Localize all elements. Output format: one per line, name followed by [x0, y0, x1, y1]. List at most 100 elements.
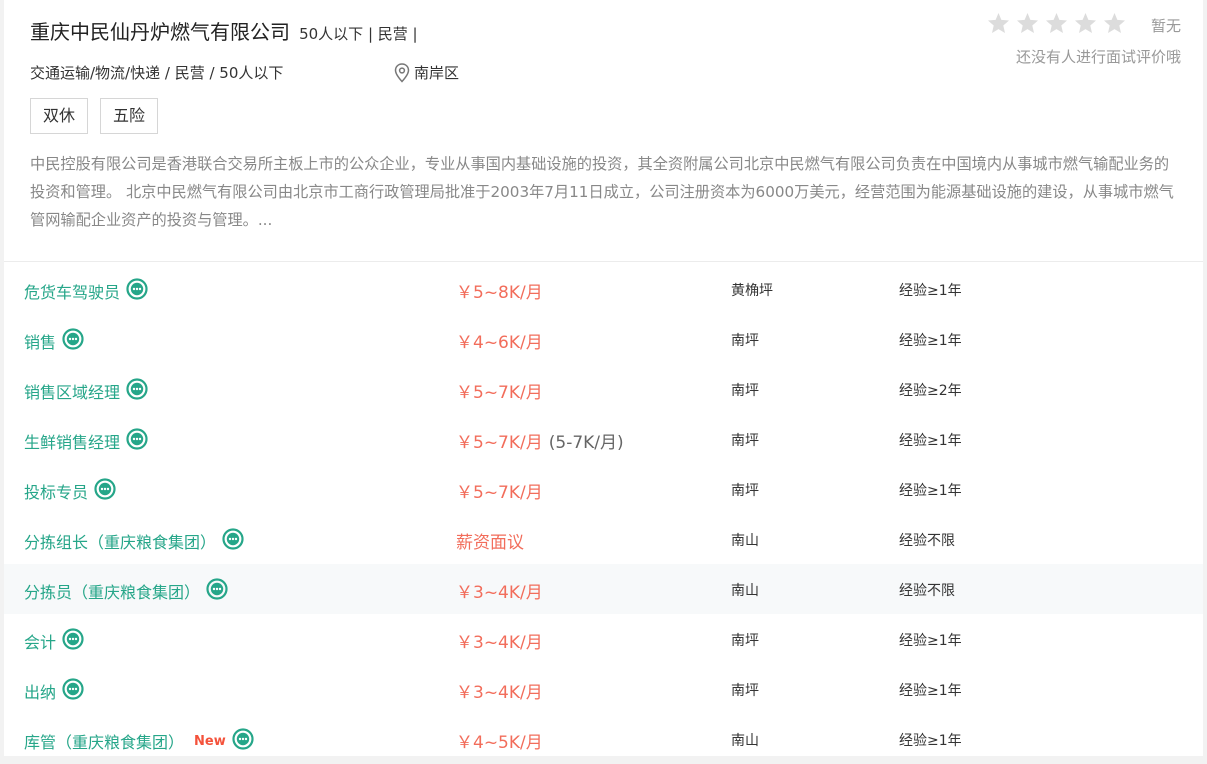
job-title-link[interactable]: 会计	[24, 628, 94, 654]
job-title[interactable]: 库管（重庆粮食集团）	[24, 729, 184, 753]
job-salary: ￥5~7K/月 (5-7K/月)	[456, 428, 624, 453]
job-area: 黄桷坪	[731, 283, 773, 299]
job-experience: 经验≥1年	[899, 283, 962, 299]
job-title-link[interactable]: 危货车驾驶员	[24, 278, 158, 304]
benefit-tag: 双休	[30, 98, 89, 134]
job-title[interactable]: 投标专员	[24, 479, 88, 503]
company-description: 中民控股有限公司是香港联合交易所主板上市的公众企业，专业从事国内基础设施的投资，…	[30, 155, 1174, 229]
salary-value: ￥4~5K/月	[456, 733, 543, 753]
job-experience: 经验≥1年	[899, 483, 962, 499]
job-title-link[interactable]: 投标专员	[24, 478, 126, 504]
chat-icon[interactable]	[62, 628, 84, 654]
star-icon	[1016, 12, 1039, 38]
chat-icon[interactable]	[126, 278, 148, 304]
chat-icon[interactable]	[222, 528, 244, 554]
rating-note: 还没有人进行面试评价哦	[1015, 48, 1181, 66]
job-experience: 经验≥1年	[899, 683, 962, 699]
location-pin-icon	[394, 62, 410, 83]
job-title-link[interactable]: 出纳	[24, 678, 94, 704]
job-salary: ￥3~4K/月	[456, 678, 549, 703]
company-name[interactable]: 重庆中民仙丹炉燃气有限公司	[30, 20, 290, 44]
job-title-link[interactable]: 库管（重庆粮食集团） New	[24, 728, 254, 754]
salary-value: 薪资面议	[456, 533, 524, 553]
star-icon	[987, 12, 1010, 38]
job-row: 投标专员 ￥5~7K/月 南坪 经验≥1年	[4, 464, 1203, 514]
job-title[interactable]: 危货车驾驶员	[24, 279, 120, 303]
benefit-tag: 五险	[100, 98, 159, 134]
company-meta: 50人以下 | 民营 |	[299, 25, 418, 43]
job-area: 南坪	[731, 433, 759, 449]
job-area: 南坪	[731, 383, 759, 399]
salary-value: ￥3~4K/月	[456, 683, 543, 703]
chat-icon[interactable]	[126, 378, 148, 404]
job-salary: ￥5~8K/月	[456, 278, 549, 303]
star-icon	[1103, 12, 1126, 38]
job-title[interactable]: 出纳	[24, 679, 56, 703]
job-salary: ￥5~7K/月	[456, 378, 549, 403]
job-title[interactable]: 分拣组长（重庆粮食集团）	[24, 529, 216, 553]
company-header: 重庆中民仙丹炉燃气有限公司 50人以下 | 民营 | 交通运输/物流/快递 / …	[4, 0, 1203, 262]
job-area: 南坪	[731, 683, 759, 699]
job-row: 库管（重庆粮食集团） New ￥4~5K/月 南山 经验≥1年	[4, 714, 1203, 764]
job-title-link[interactable]: 生鲜销售经理	[24, 428, 158, 454]
chat-icon[interactable]	[126, 428, 148, 454]
job-title[interactable]: 销售区域经理	[24, 379, 120, 403]
job-salary: ￥3~4K/月	[456, 578, 549, 603]
job-area: 南山	[731, 533, 759, 549]
company-card: 重庆中民仙丹炉燃气有限公司 50人以下 | 民营 | 交通运输/物流/快递 / …	[4, 0, 1203, 756]
job-area: 南山	[731, 583, 759, 599]
chat-icon[interactable]	[62, 328, 84, 354]
job-row: 出纳 ￥3~4K/月 南坪 经验≥1年	[4, 664, 1203, 714]
job-experience: 经验不限	[899, 583, 955, 599]
job-experience: 经验≥1年	[899, 733, 962, 749]
job-experience: 经验不限	[899, 533, 955, 549]
job-title-link[interactable]: 销售	[24, 328, 94, 354]
job-row: 生鲜销售经理 ￥5~7K/月 (5-7K/月) 南坪 经验≥1年	[4, 414, 1203, 464]
company-industry: 交通运输/物流/快递 / 民营 / 50人以下	[30, 64, 284, 82]
job-title-link[interactable]: 分拣员（重庆粮食集团）	[24, 578, 238, 604]
salary-value: ￥3~4K/月	[456, 633, 543, 653]
chat-icon[interactable]	[232, 728, 254, 754]
job-title[interactable]: 销售	[24, 329, 56, 353]
job-list: 危货车驾驶员 ￥5~8K/月 黄桷坪 经验≥1年 销售 ￥4~6K/月 南坪 经…	[4, 264, 1203, 764]
salary-value: ￥3~4K/月	[456, 583, 543, 603]
job-salary: ￥4~5K/月	[456, 728, 549, 753]
new-badge: New	[194, 733, 226, 749]
chat-icon[interactable]	[62, 678, 84, 704]
job-salary: 薪资面议	[456, 528, 530, 553]
job-row: 销售区域经理 ￥5~7K/月 南坪 经验≥2年	[4, 364, 1203, 414]
job-experience: 经验≥2年	[899, 383, 962, 399]
company-title-row: 重庆中民仙丹炉燃气有限公司 50人以下 | 民营 |	[30, 16, 418, 45]
job-title-link[interactable]: 销售区域经理	[24, 378, 158, 404]
job-experience: 经验≥1年	[899, 633, 962, 649]
job-title[interactable]: 分拣员（重庆粮食集团）	[24, 579, 200, 603]
job-title[interactable]: 生鲜销售经理	[24, 429, 120, 453]
job-row: 会计 ￥3~4K/月 南坪 经验≥1年	[4, 614, 1203, 664]
job-area: 南山	[731, 733, 759, 749]
salary-note: (5-7K/月)	[548, 433, 624, 453]
job-area: 南坪	[731, 483, 759, 499]
salary-value: ￥5~7K/月	[456, 383, 543, 403]
job-row: 销售 ￥4~6K/月 南坪 经验≥1年	[4, 314, 1203, 364]
benefit-tags: 双休 五险	[30, 98, 170, 134]
job-area: 南坪	[731, 333, 759, 349]
job-experience: 经验≥1年	[899, 433, 962, 449]
job-row: 分拣组长（重庆粮食集团） 薪资面议 南山 经验不限	[4, 514, 1203, 564]
company-location: 南岸区	[394, 62, 459, 83]
star-icon	[1074, 12, 1097, 38]
location-label: 南岸区	[414, 64, 460, 82]
star-icon	[1045, 12, 1068, 38]
salary-value: ￥5~7K/月	[456, 433, 543, 453]
salary-value: ￥5~8K/月	[456, 283, 543, 303]
job-title[interactable]: 会计	[24, 629, 56, 653]
chat-icon[interactable]	[94, 478, 116, 504]
job-area: 南坪	[731, 633, 759, 649]
rating-stars	[987, 12, 1132, 38]
job-title-link[interactable]: 分拣组长（重庆粮食集团）	[24, 528, 254, 554]
salary-value: ￥5~7K/月	[456, 483, 543, 503]
job-experience: 经验≥1年	[899, 333, 962, 349]
job-salary: ￥4~6K/月	[456, 328, 549, 353]
job-row: 分拣员（重庆粮食集团） ￥3~4K/月 南山 经验不限	[4, 564, 1203, 614]
job-salary: ￥5~7K/月	[456, 478, 549, 503]
chat-icon[interactable]	[206, 578, 228, 604]
